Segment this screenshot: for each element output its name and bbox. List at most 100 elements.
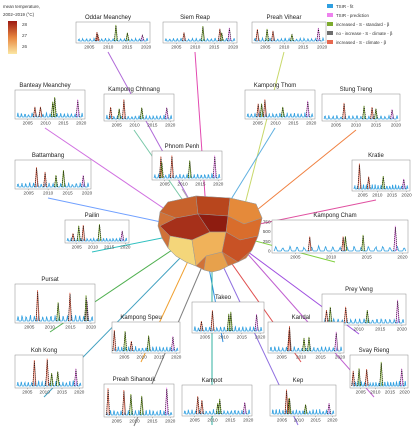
x-tick-label: 2015 bbox=[147, 419, 158, 424]
x-tick-label: 2015 bbox=[209, 45, 220, 50]
chart-panel: Banteay Meanchey 2005 2010 2015 2020 bbox=[14, 83, 87, 126]
panel-title: Kep bbox=[293, 378, 304, 384]
x-tick-label: 2005 bbox=[253, 121, 264, 126]
x-tick-label: 2015 bbox=[288, 121, 299, 126]
panel-title: Kratie bbox=[368, 153, 384, 159]
x-tick-label: 2015 bbox=[237, 335, 248, 340]
y-tick-label: 500 bbox=[263, 229, 271, 234]
panel-title: Pailin bbox=[85, 213, 100, 219]
x-tick-label: 2020 bbox=[82, 191, 93, 196]
panel-title: Kampot bbox=[202, 378, 223, 384]
panel-title: Kandal bbox=[292, 315, 311, 321]
legend-label: no - increase - S - climate - β bbox=[336, 31, 393, 36]
x-tick-label: 2020 bbox=[401, 193, 412, 198]
x-tick-label: 2015 bbox=[387, 193, 398, 198]
y-tick-label: 250 bbox=[263, 239, 271, 244]
legend-label: increased - S - climate - β bbox=[336, 40, 387, 45]
x-tick-label: 2015 bbox=[225, 418, 236, 423]
chart-panel: Phnom Penh 2005 2010 2015 2020 bbox=[151, 144, 224, 187]
x-tick-label: 2020 bbox=[165, 419, 176, 424]
x-tick-label: 2015 bbox=[154, 355, 165, 360]
colorbar-tick: 27 bbox=[22, 33, 28, 38]
x-tick-label: 2020 bbox=[171, 355, 182, 360]
panel-title: Svay Rieng bbox=[359, 348, 390, 354]
x-tick-label: 2010 bbox=[353, 327, 364, 332]
x-tick-label: 2010 bbox=[40, 121, 51, 126]
chart-panel: Battambang 2005 2010 2015 2020 bbox=[14, 153, 93, 196]
x-tick-label: 2005 bbox=[22, 390, 33, 395]
panel-title: Preah Sihanouk bbox=[113, 377, 157, 383]
legend-swatch bbox=[327, 4, 333, 8]
panel-title: Kampong Speu bbox=[120, 315, 161, 321]
x-tick-label: 2005 bbox=[290, 255, 301, 260]
x-tick-label: 2010 bbox=[88, 245, 99, 250]
x-tick-label: 2010 bbox=[270, 121, 281, 126]
chart-panel: Kampong Cham 750 500 250 0 2005 2010 2015 2020 bbox=[263, 213, 409, 260]
x-tick-label: 2020 bbox=[335, 355, 346, 360]
chart-panel: Stung Treng 2005 2010 2015 2020 bbox=[321, 87, 402, 128]
x-tick-label: 2005 bbox=[24, 325, 35, 330]
panel-title: Banteay Meanchey bbox=[19, 83, 70, 89]
panel-title: Koh Kong bbox=[31, 348, 57, 354]
x-tick-label: 2005 bbox=[200, 335, 211, 340]
connector-line bbox=[107, 51, 197, 213]
x-tick-label: 2015 bbox=[62, 191, 73, 196]
x-tick-label: 2015 bbox=[147, 123, 158, 128]
panel-title: Siem Reap bbox=[180, 15, 210, 21]
connector-line bbox=[243, 51, 285, 209]
x-tick-label: 2005 bbox=[331, 123, 342, 128]
chart-panel: Preah Sihanouk 2005 2010 2015 2020 bbox=[103, 377, 176, 424]
x-tick-label: 2005 bbox=[356, 390, 367, 395]
chart-panel: Koh Kong 2005 2010 2015 2020 bbox=[14, 348, 85, 395]
legend-swatch bbox=[327, 22, 333, 26]
panel-title: Stung Treng bbox=[340, 87, 373, 93]
chart-panel: Kep 2005 2010 2015 2020 bbox=[269, 378, 338, 423]
x-tick-label: 2005 bbox=[358, 193, 369, 198]
x-tick-label: 2005 bbox=[171, 45, 182, 50]
chart-panel: Kampong Chhnang 2005 2010 2015 2020 bbox=[103, 87, 176, 128]
chart-panel: Kampong Thom 2005 2010 2015 2020 bbox=[244, 83, 317, 126]
x-tick-label: 2005 bbox=[277, 355, 288, 360]
colorbar-tick: 28 bbox=[22, 22, 28, 27]
legend-swatch bbox=[327, 31, 333, 35]
x-tick-label: 2005 bbox=[277, 418, 288, 423]
legend-swatch bbox=[327, 40, 333, 44]
x-tick-label: 2015 bbox=[371, 123, 382, 128]
province-map bbox=[157, 195, 263, 273]
x-tick-label: 2015 bbox=[385, 390, 396, 395]
x-tick-label: 2010 bbox=[45, 325, 56, 330]
x-tick-label: 2010 bbox=[137, 355, 148, 360]
chart-panel: Takeo 2005 2010 2015 2020 bbox=[191, 295, 266, 340]
x-tick-label: 2020 bbox=[74, 390, 85, 395]
x-tick-label: 2015 bbox=[315, 355, 326, 360]
x-tick-label: 2015 bbox=[104, 245, 115, 250]
x-tick-label: 2005 bbox=[119, 355, 130, 360]
x-tick-label: 2020 bbox=[327, 418, 338, 423]
x-tick-label: 2020 bbox=[165, 123, 176, 128]
legend-label: TSIR - prediction bbox=[336, 13, 369, 18]
x-tick-label: 2015 bbox=[195, 182, 206, 187]
chart-panel: Oddar Meanchey 2005 2010 2015 2020 bbox=[75, 15, 152, 50]
x-tick-label: 2020 bbox=[397, 255, 408, 260]
x-tick-label: 2005 bbox=[72, 245, 83, 250]
x-tick-label: 2010 bbox=[296, 355, 307, 360]
figure-canvas: mean temperature, 2002–2019 (°C) 28 27 2… bbox=[3, 4, 412, 427]
x-tick-label: 2010 bbox=[43, 191, 54, 196]
chart-panel: Preah Vihear 2005 2010 2015 2020 bbox=[251, 15, 328, 50]
x-tick-label: 2015 bbox=[362, 255, 373, 260]
connector-line bbox=[251, 129, 357, 215]
x-tick-label: 2005 bbox=[112, 419, 123, 424]
x-tick-label: 2010 bbox=[129, 419, 140, 424]
x-tick-label: 2010 bbox=[103, 45, 114, 50]
colorbar: mean temperature, 2002–2019 (°C) 28 27 2… bbox=[3, 4, 40, 54]
x-tick-label: 2005 bbox=[190, 418, 201, 423]
map-province-north bbox=[195, 195, 231, 217]
x-tick-label: 2005 bbox=[84, 45, 95, 50]
legend: TSIR - fit TSIR - prediction increased -… bbox=[327, 4, 393, 45]
x-tick-label: 2010 bbox=[326, 255, 337, 260]
panel-title: Preah Vihear bbox=[267, 15, 302, 21]
panel-title: Kampong Thom bbox=[254, 83, 297, 89]
x-tick-label: 2010 bbox=[177, 182, 188, 187]
panel-title: Battambang bbox=[32, 153, 64, 159]
x-tick-label: 2015 bbox=[57, 390, 68, 395]
